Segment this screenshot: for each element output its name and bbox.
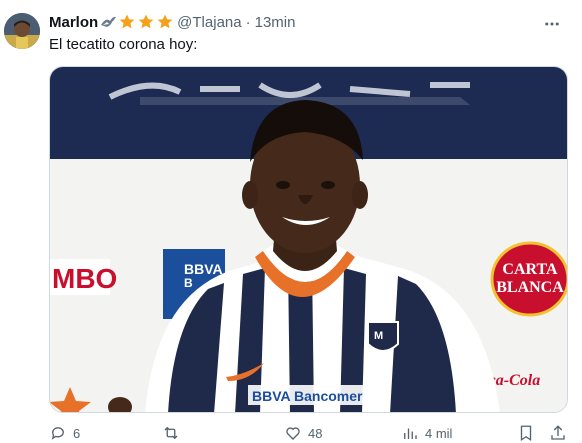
tweet-media[interactable]: MBO BBVA B CARTA BLANCA Coca-Cola M BBVA… [49,66,568,413]
author-name[interactable]: Marlon [49,14,98,31]
views-chart-icon [404,428,417,439]
tweet-photo: MBO BBVA B CARTA BLANCA Coca-Cola M BBVA… [50,67,567,412]
retweet-icon [164,426,178,440]
bookmark-icon [520,425,532,442]
svg-text:BLANCA: BLANCA [496,279,564,296]
share-icon [551,425,565,440]
tweet-actions: 6 48 4 mil [49,423,570,443]
more-horizontal-icon [545,22,559,26]
star-icon [157,14,173,29]
reply-button[interactable]: 6 [49,423,80,443]
left-logo-text: MBO [52,263,117,294]
more-options-button[interactable] [542,14,562,34]
bookmark-button[interactable] [517,423,535,443]
svg-text:CARTA: CARTA [502,261,558,278]
views-count: 4 mil [425,425,453,441]
carta-blanca-logo: CARTA BLANCA [490,241,567,317]
chest-sponsor-text: BBVA Bancomer [252,388,363,404]
tweet-header: Marlon @Tlajana · 13min [49,12,295,32]
svg-text:B: B [184,276,193,290]
reply-icon [51,427,64,440]
like-count: 48 [308,425,323,441]
bbva-text: BBVA [184,261,223,277]
views-button[interactable]: 4 mil [401,423,452,443]
share-button[interactable] [549,423,567,443]
eagle-badge-icon [101,16,117,27]
heart-icon [286,427,300,440]
left-sponsor-logo: MBO [50,259,117,295]
separator-dot: · [245,13,251,31]
avatar[interactable] [4,13,40,49]
retweet-button[interactable] [162,423,186,443]
like-button[interactable]: 48 [284,423,322,443]
timestamp[interactable]: 13min [255,14,296,31]
avatar-image [4,13,40,49]
tweet-text: El tecatito corona hoy: [49,36,198,53]
author-handle[interactable]: @Tlajana [177,14,241,31]
svg-text:M: M [374,330,383,342]
star-icon [119,14,135,29]
reply-count: 6 [73,425,81,441]
star-icon [138,14,154,29]
name-badges [99,13,174,31]
